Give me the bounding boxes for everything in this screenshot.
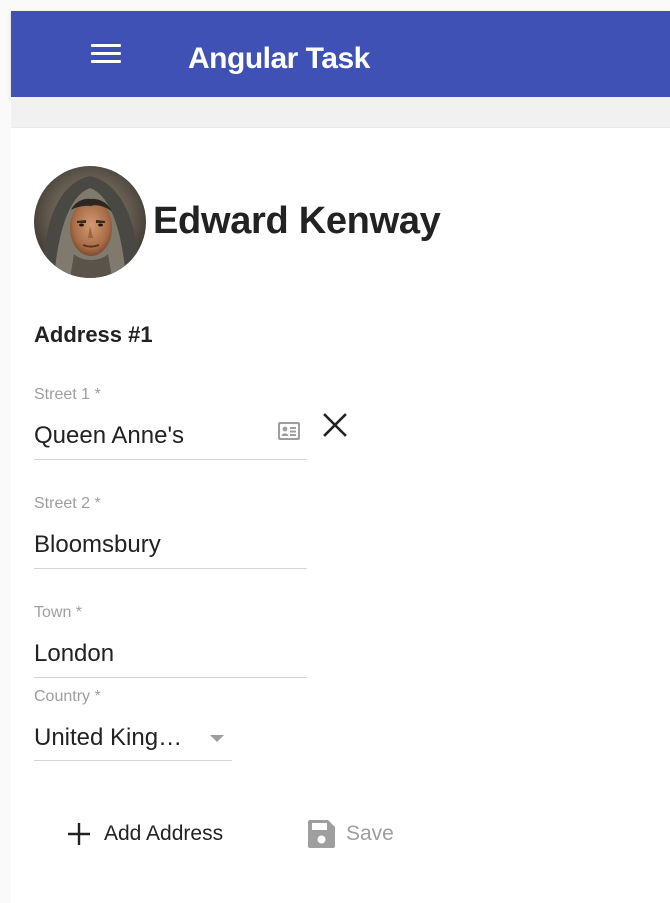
country-value[interactable]: United King… <box>34 724 182 752</box>
user-avatar <box>34 166 146 278</box>
app-title: Angular Task <box>188 42 370 75</box>
app-page: Angular Task Edward Kenway Address #1 St… <box>0 0 670 903</box>
dropdown-arrow-icon[interactable] <box>210 735 224 742</box>
user-name-heading: Edward Kenway <box>153 200 441 242</box>
town-input[interactable]: London <box>34 640 114 668</box>
toolbar-shadow-bar <box>11 97 670 128</box>
country-underline <box>34 760 232 761</box>
town-underline <box>34 677 307 678</box>
save-icon <box>308 820 335 848</box>
contact-card-icon[interactable] <box>277 420 301 442</box>
add-address-label: Add Address <box>104 822 224 845</box>
app-toolbar: Angular Task <box>11 11 670 97</box>
add-address-button[interactable]: Add Address <box>66 812 223 856</box>
street1-field[interactable]: Street 1 * Queen Anne's <box>34 386 307 460</box>
address-section-title: Address #1 <box>34 322 153 347</box>
menu-icon[interactable] <box>91 39 121 69</box>
town-field[interactable]: Town * London <box>34 604 307 678</box>
save-button[interactable]: Save <box>306 812 394 856</box>
street1-label: Street 1 * <box>34 386 101 403</box>
street1-input[interactable]: Queen Anne's <box>34 422 184 450</box>
country-label: Country * <box>34 688 101 705</box>
street2-input[interactable]: Bloomsbury <box>34 531 161 559</box>
street2-field[interactable]: Street 2 * Bloomsbury <box>34 495 307 569</box>
town-label: Town * <box>34 604 83 621</box>
street1-underline <box>34 459 307 460</box>
street2-underline <box>34 568 307 569</box>
save-label: Save <box>346 822 394 845</box>
street2-label: Street 2 * <box>34 495 101 512</box>
close-icon[interactable] <box>322 412 348 438</box>
plus-icon <box>68 823 90 845</box>
